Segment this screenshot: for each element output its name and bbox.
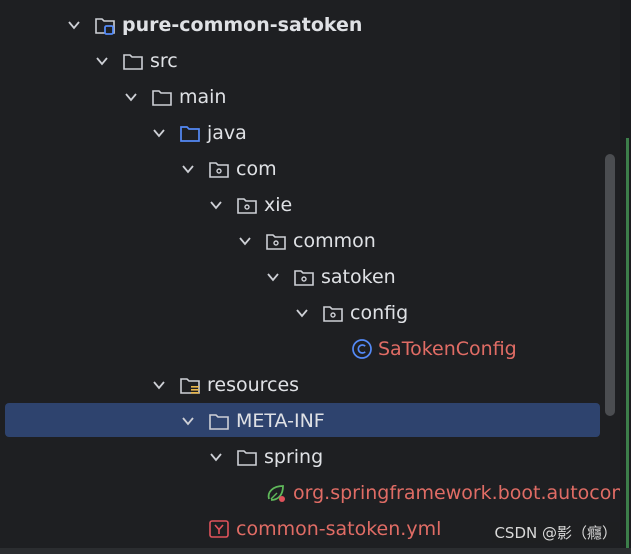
folder-icon xyxy=(123,54,143,70)
source-root-folder-icon xyxy=(180,126,200,142)
tree-item-label: common xyxy=(293,230,376,252)
module-folder-icon xyxy=(95,18,115,35)
tree-item-main[interactable]: main xyxy=(0,79,631,115)
tree-item-src[interactable]: src xyxy=(0,43,631,79)
tree-item-label: resources xyxy=(207,374,300,396)
tree-item-label: META-INF xyxy=(236,410,325,432)
java-class-icon xyxy=(352,339,372,359)
spring-file-icon xyxy=(267,485,285,502)
chevron-down-icon[interactable] xyxy=(209,450,223,464)
vertical-scrollbar[interactable] xyxy=(605,154,615,416)
folder-icon xyxy=(152,90,172,106)
tree-item-common[interactable]: common xyxy=(0,223,631,259)
tree-item-label: src xyxy=(150,50,178,72)
package-icon xyxy=(294,270,314,286)
tree-item-label: xie xyxy=(264,194,293,216)
tree-item-label: SaTokenConfig xyxy=(378,338,517,360)
watermark: CSDN @影（癮） xyxy=(492,522,619,543)
tree-item-label: satoken xyxy=(321,266,396,288)
tree-item-label: com xyxy=(236,158,277,180)
tree-item-label: config xyxy=(350,302,409,324)
tree-item-label: java xyxy=(207,122,247,144)
tree-item-spring-imports-file[interactable]: org.springframework.boot.autoconf xyxy=(0,475,631,511)
package-icon xyxy=(209,162,229,178)
tree-item-spring[interactable]: spring xyxy=(0,439,631,475)
chevron-down-icon[interactable] xyxy=(266,270,280,284)
chevron-down-icon[interactable] xyxy=(181,414,195,428)
yaml-file-icon xyxy=(209,520,229,538)
chevron-down-icon[interactable] xyxy=(181,162,195,176)
package-icon xyxy=(323,306,343,322)
project-tree: pure-common-satoken src main java com xi… xyxy=(0,0,631,554)
tree-item-com[interactable]: com xyxy=(0,151,631,187)
tree-item-xie[interactable]: xie xyxy=(0,187,631,223)
tree-item-java[interactable]: java xyxy=(0,115,631,151)
vcs-change-marker xyxy=(626,138,629,548)
tree-item-satoken[interactable]: satoken xyxy=(0,259,631,295)
tree-item-meta-inf[interactable]: META-INF xyxy=(0,403,631,439)
tree-item-label: pure-common-satoken xyxy=(122,14,363,36)
chevron-down-icon[interactable] xyxy=(124,90,138,104)
chevron-down-icon[interactable] xyxy=(209,198,223,212)
chevron-down-icon[interactable] xyxy=(152,378,166,392)
tree-item-resources[interactable]: resources xyxy=(0,367,631,403)
chevron-down-icon[interactable] xyxy=(295,306,309,320)
chevron-down-icon[interactable] xyxy=(152,126,166,140)
folder-icon xyxy=(209,414,229,430)
chevron-down-icon[interactable] xyxy=(67,18,81,32)
tree-item-label: common-satoken.yml xyxy=(236,518,442,540)
tree-item-satokenconfig[interactable]: SaTokenConfig xyxy=(0,331,631,367)
chevron-down-icon[interactable] xyxy=(95,54,109,68)
folder-icon xyxy=(237,450,257,466)
package-icon xyxy=(266,234,286,250)
tree-item-config[interactable]: config xyxy=(0,295,631,331)
chevron-down-icon[interactable] xyxy=(238,234,252,248)
tree-item-pure-common-satoken[interactable]: pure-common-satoken xyxy=(0,7,631,43)
tree-item-label: spring xyxy=(264,446,324,468)
package-icon xyxy=(237,198,257,214)
resources-folder-icon xyxy=(180,378,200,394)
tree-item-label: org.springframework.boot.autoconf xyxy=(293,482,631,504)
bottom-border xyxy=(0,548,631,554)
tree-item-label: main xyxy=(179,86,227,108)
